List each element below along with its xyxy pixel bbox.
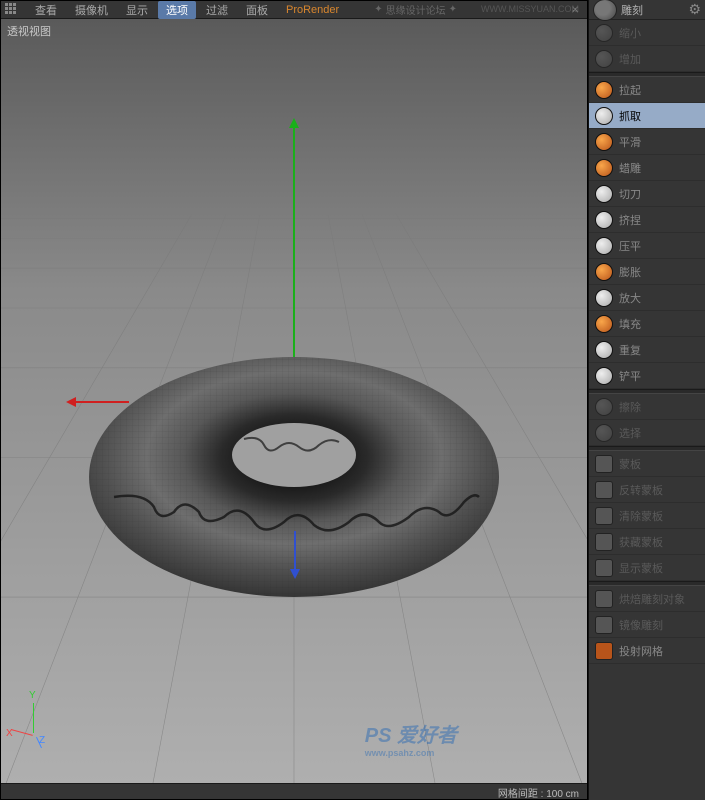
tool-label: 获藏蒙板 xyxy=(619,534,663,550)
tool-膨胀[interactable]: 膨胀 xyxy=(589,259,705,285)
tool-label: 反转蒙板 xyxy=(619,482,663,498)
tool-蜡雕[interactable]: 蜡雕 xyxy=(589,155,705,181)
tool-icon xyxy=(595,185,613,203)
tool-icon xyxy=(595,81,613,99)
tool-icon xyxy=(595,481,613,499)
tool-蒙板[interactable]: 蒙板 xyxy=(589,451,705,477)
tool-填充[interactable]: 填充 xyxy=(589,311,705,337)
tool-增加[interactable]: 增加 xyxy=(589,46,705,72)
menu-panel[interactable]: 面板 xyxy=(238,1,276,19)
tool-投射网格[interactable]: 投射网格 xyxy=(589,638,705,664)
menu-filter[interactable]: 过滤 xyxy=(198,1,236,19)
tool-压平[interactable]: 压平 xyxy=(589,233,705,259)
panel-header: 雕刻 ⚙ xyxy=(589,0,705,20)
tool-label: 镜像雕刻 xyxy=(619,617,663,633)
watermark-bottom: PS 爱好者 www.psahz.com xyxy=(365,719,457,758)
tool-反转蒙板[interactable]: 反转蒙板 xyxy=(589,477,705,503)
tool-label: 擦除 xyxy=(619,399,641,415)
menu-options[interactable]: 选项 xyxy=(158,1,196,19)
tool-label: 缩小 xyxy=(619,25,641,41)
menu-prorender[interactable]: ProRender xyxy=(278,3,347,17)
tool-icon xyxy=(595,315,613,333)
sculpt-header-icon xyxy=(593,0,617,21)
tool-label: 增加 xyxy=(619,51,641,67)
tool-重复[interactable]: 重复 xyxy=(589,337,705,363)
tool-选择[interactable]: 选择 xyxy=(589,420,705,446)
viewport-3d[interactable]: Y X Z PS 爱好者 www.psahz.com xyxy=(1,19,587,783)
tool-label: 烘焙雕刻对象 xyxy=(619,591,685,607)
sculpt-panel: 雕刻 ⚙ 缩小增加拉起抓取平滑蜡雕切刀挤捏压平膨胀放大填充重复铲平擦除选择蒙板反… xyxy=(588,0,705,800)
gear-icon[interactable]: ⚙ xyxy=(688,1,701,18)
tool-label: 铲平 xyxy=(619,368,641,384)
tool-icon xyxy=(595,289,613,307)
tool-icon xyxy=(595,367,613,385)
tool-切刀[interactable]: 切刀 xyxy=(589,181,705,207)
tool-icon xyxy=(595,24,613,42)
tool-放大[interactable]: 放大 xyxy=(589,285,705,311)
tool-icon xyxy=(595,133,613,151)
tool-镜像雕刻[interactable]: 镜像雕刻 xyxy=(589,612,705,638)
tool-icon xyxy=(595,559,613,577)
tool-烘焙雕刻对象[interactable]: 烘焙雕刻对象 xyxy=(589,586,705,612)
menu-view[interactable]: 查看 xyxy=(27,1,65,19)
tool-icon xyxy=(595,424,613,442)
tool-铲平[interactable]: 铲平 xyxy=(589,363,705,389)
tool-icon xyxy=(595,341,613,359)
watermark-top: ✦思缘设计论坛✦ xyxy=(374,2,457,17)
tool-icon xyxy=(595,50,613,68)
tool-label: 切刀 xyxy=(619,186,641,202)
tool-label: 挤捏 xyxy=(619,212,641,228)
tool-icon xyxy=(595,263,613,281)
tool-缩小[interactable]: 缩小 xyxy=(589,20,705,46)
tool-label: 压平 xyxy=(619,238,641,254)
tool-label: 蒙板 xyxy=(619,456,641,472)
status-bar: 网格间距 : 100 cm xyxy=(1,783,587,799)
tool-挤捏[interactable]: 挤捏 xyxy=(589,207,705,233)
tool-平滑[interactable]: 平滑 xyxy=(589,129,705,155)
tool-label: 平滑 xyxy=(619,134,641,150)
tool-icon xyxy=(595,107,613,125)
tool-icon xyxy=(595,507,613,525)
menu-camera[interactable]: 摄像机 xyxy=(67,1,116,19)
tool-icon xyxy=(595,159,613,177)
tool-label: 抓取 xyxy=(619,108,641,124)
panel-title: 雕刻 xyxy=(621,2,643,18)
tool-icon xyxy=(595,211,613,229)
tool-获藏蒙板[interactable]: 获藏蒙板 xyxy=(589,529,705,555)
tool-清除蒙板[interactable]: 清除蒙板 xyxy=(589,503,705,529)
viewport-label: 透视视图 xyxy=(7,23,51,39)
app-menu-icon[interactable] xyxy=(5,3,19,17)
tool-icon xyxy=(595,455,613,473)
tool-icon xyxy=(595,533,613,551)
axis-gizmo[interactable]: Y X Z xyxy=(11,693,61,743)
tool-icon xyxy=(595,590,613,608)
tool-label: 清除蒙板 xyxy=(619,508,663,524)
tool-label: 重复 xyxy=(619,342,641,358)
tool-label: 投射网格 xyxy=(619,643,663,659)
tool-抓取[interactable]: 抓取 xyxy=(589,103,705,129)
tool-显示蒙板[interactable]: 显示蒙板 xyxy=(589,555,705,581)
tool-label: 蜡雕 xyxy=(619,160,641,176)
tool-icon xyxy=(595,616,613,634)
watermark-url: WWW.MISSYUAN.COM xyxy=(481,4,579,14)
tool-label: 选择 xyxy=(619,425,641,441)
tool-label: 膨胀 xyxy=(619,264,641,280)
menu-display[interactable]: 显示 xyxy=(118,1,156,19)
axis-z-arrow[interactable] xyxy=(294,531,296,576)
tool-icon xyxy=(595,398,613,416)
tool-icon xyxy=(595,642,613,660)
tool-擦除[interactable]: 擦除 xyxy=(589,394,705,420)
tool-拉起[interactable]: 拉起 xyxy=(589,77,705,103)
tool-label: 拉起 xyxy=(619,82,641,98)
tool-label: 填充 xyxy=(619,316,641,332)
tool-icon xyxy=(595,237,613,255)
tool-label: 放大 xyxy=(619,290,641,306)
tool-label: 显示蒙板 xyxy=(619,560,663,576)
